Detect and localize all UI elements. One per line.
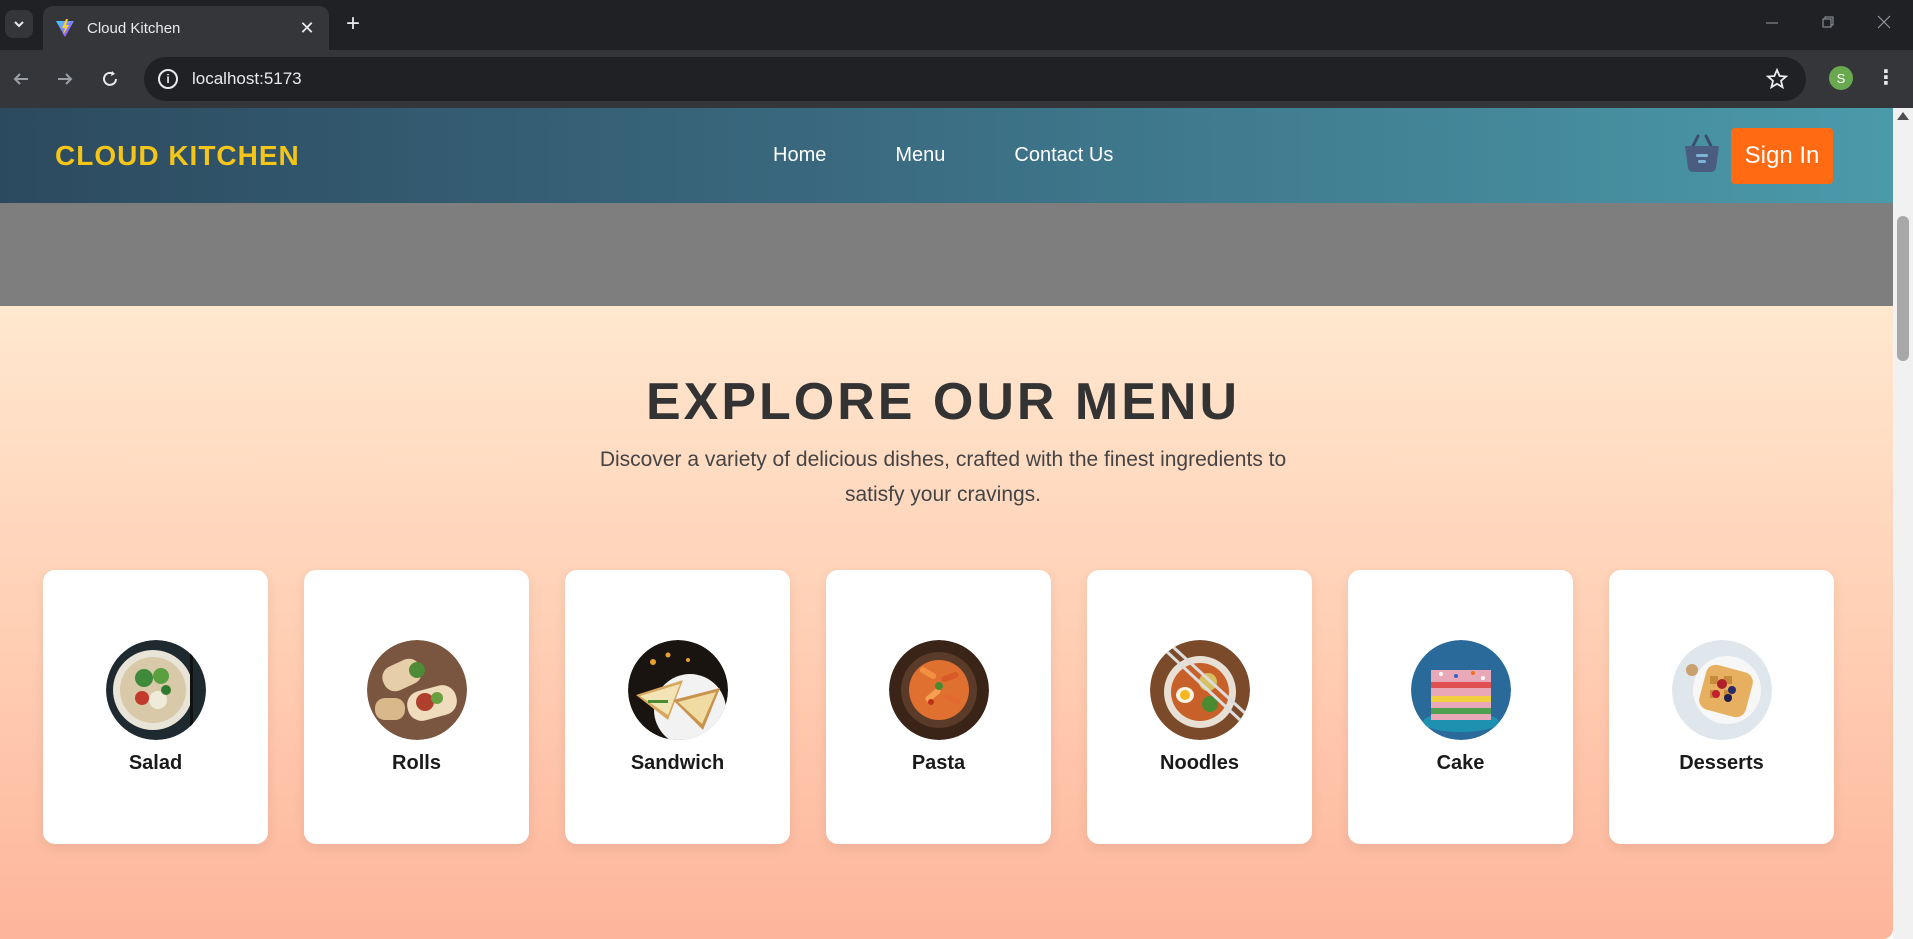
noodles-image: [1149, 640, 1250, 740]
page-viewport: CLOUD KITCHEN Home Menu Contact Us Sign …: [0, 108, 1913, 939]
category-label: Pasta: [911, 752, 966, 774]
profile-avatar[interactable]: S: [1829, 66, 1853, 90]
new-tab-button[interactable]: +: [346, 12, 360, 36]
category-card-sandwich[interactable]: Sandwich: [565, 570, 790, 844]
category-card-desserts[interactable]: Desserts: [1609, 570, 1834, 844]
scroll-thumb[interactable]: [1897, 216, 1909, 361]
menu-subtitle: Discover a variety of delicious dishes, …: [599, 448, 1287, 506]
category-label: Sandwich: [630, 752, 725, 774]
site-info-icon[interactable]: i: [158, 69, 178, 89]
reload-icon: [103, 71, 117, 86]
reload-button[interactable]: [97, 66, 123, 92]
browser-tab-bar: Cloud Kitchen ✕ +: [0, 0, 1913, 50]
close-tab-icon[interactable]: ✕: [297, 18, 317, 39]
back-arrow-icon: [13, 73, 28, 85]
scroll-up-arrow-icon[interactable]: [1897, 112, 1909, 120]
category-card-noodles[interactable]: Noodles: [1087, 570, 1312, 844]
category-label: Noodles: [1160, 752, 1239, 774]
url-text[interactable]: localhost:5173: [192, 69, 1766, 89]
sign-in-button[interactable]: Sign In: [1731, 128, 1833, 184]
hero-banner: [0, 203, 1893, 306]
sandwich-image: [627, 640, 728, 740]
category-card-rolls[interactable]: Rolls: [304, 570, 529, 844]
nav-home-link[interactable]: Home: [773, 144, 826, 167]
chevron-down-icon: [14, 21, 24, 28]
basket-icon[interactable]: [1683, 132, 1721, 174]
tab-title: Cloud Kitchen: [87, 19, 181, 37]
back-button[interactable]: [8, 66, 34, 92]
main-nav: Home Menu Contact Us: [773, 144, 1113, 167]
page-scrollbar[interactable]: [1893, 108, 1913, 939]
menu-title: EXPLORE OUR MENU: [645, 373, 1241, 431]
tab-search-button[interactable]: [5, 10, 33, 38]
bookmark-star-icon[interactable]: [1766, 68, 1788, 90]
pasta-image: [888, 640, 989, 740]
desserts-image: [1671, 640, 1772, 740]
category-label: Desserts: [1679, 752, 1764, 774]
address-bar[interactable]: i localhost:5173: [144, 57, 1806, 101]
category-card-salad[interactable]: Salad: [43, 570, 268, 844]
site-header: CLOUD KITCHEN Home Menu Contact Us Sign …: [0, 108, 1893, 203]
category-card-pasta[interactable]: Pasta: [826, 570, 1051, 844]
forward-button[interactable]: [52, 66, 78, 92]
rolls-image: [366, 640, 467, 740]
category-list: Salad Rolls Sandwich Pasta Noodles Cake …: [43, 570, 1834, 844]
category-label: Rolls: [392, 752, 441, 774]
browser-tab[interactable]: Cloud Kitchen ✕: [43, 6, 329, 50]
salad-image: [105, 640, 206, 740]
browser-menu-icon[interactable]: ⋮: [1876, 64, 1896, 92]
browser-toolbar: i localhost:5173 S ⋮: [0, 50, 1913, 108]
restore-icon[interactable]: [1820, 14, 1836, 30]
category-label: Cake: [1436, 752, 1485, 774]
category-card-cake[interactable]: Cake: [1348, 570, 1573, 844]
minimize-icon[interactable]: [1764, 14, 1780, 30]
cake-image: [1410, 640, 1511, 740]
site-logo[interactable]: CLOUD KITCHEN: [55, 140, 300, 172]
explore-menu-section: EXPLORE OUR MENU Discover a variety of d…: [0, 306, 1893, 939]
forward-arrow-icon: [58, 73, 73, 85]
vite-favicon-icon: [56, 19, 74, 37]
category-label: Salad: [128, 752, 183, 774]
close-window-icon[interactable]: [1876, 14, 1892, 30]
nav-contact-link[interactable]: Contact Us: [1014, 144, 1113, 167]
nav-menu-link[interactable]: Menu: [895, 144, 945, 167]
